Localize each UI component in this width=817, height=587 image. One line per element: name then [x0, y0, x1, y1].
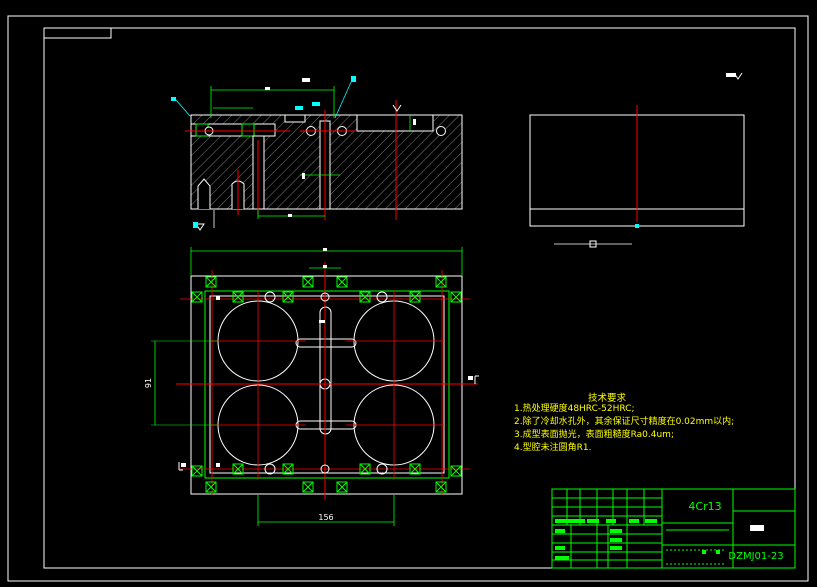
- technical-requirement-1: 1.热处理硬度48HRC-52HRC;: [514, 404, 635, 414]
- drawing-number: DZMJ01-23: [728, 551, 783, 562]
- material-label: 4Cr13: [688, 500, 721, 513]
- section-view: [171, 76, 463, 231]
- technical-requirements-title: 技术要求: [588, 393, 627, 404]
- technical-requirement-3: 3.成型表面抛光，表面粗糙度Ra0.4um;: [514, 430, 674, 440]
- plan-view: [151, 247, 479, 526]
- side-view: [529, 72, 745, 248]
- technical-requirement-2: 2.除了冷却水孔外，其余保证尺寸精度在0.02mm以内;: [514, 417, 735, 427]
- sheet-border: [7, 15, 809, 582]
- dimension-bottom-width: 156: [318, 513, 333, 522]
- cad-drawing-canvas: 156 91 4Cr13 DZMJ01-23: [7, 15, 809, 582]
- dimension-left-height: 91: [144, 378, 153, 388]
- technical-requirement-4: 4.型腔未注圆角R1.: [514, 443, 592, 453]
